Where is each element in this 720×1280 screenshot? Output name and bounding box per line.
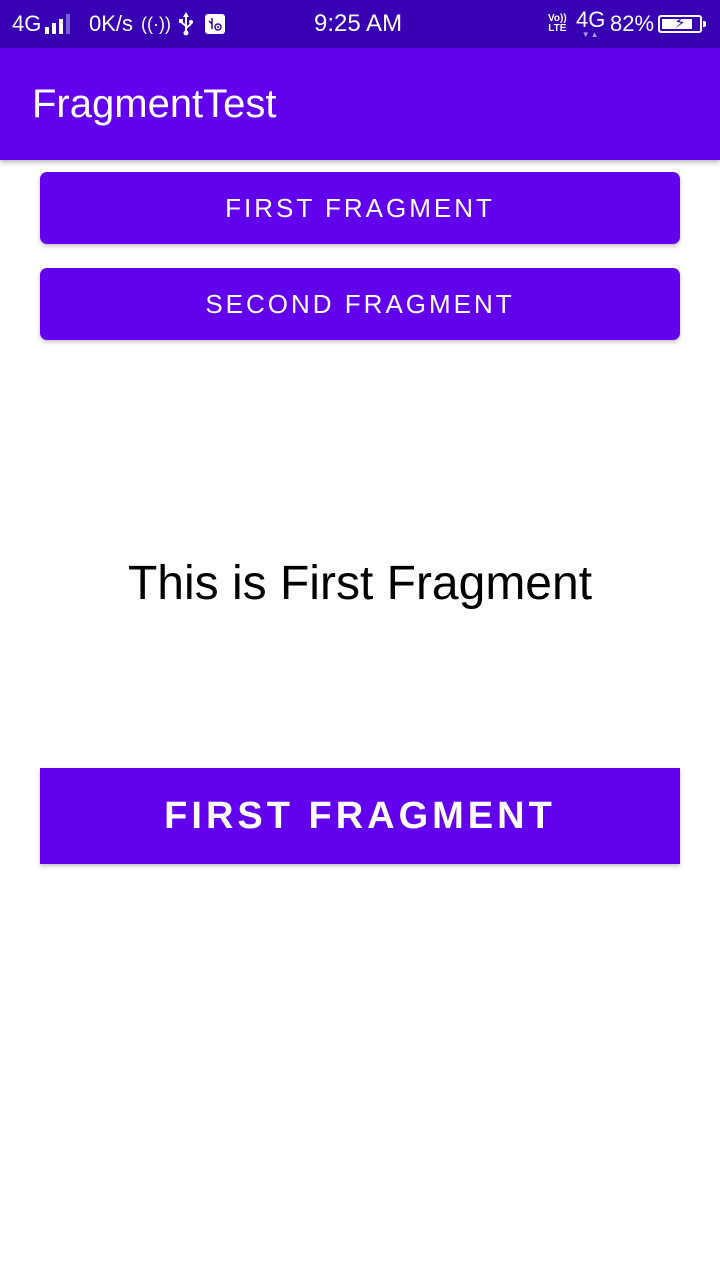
volte-icon: Vo)) LTE [548,0,567,48]
app-bar: FragmentTest [0,48,720,160]
clock-time: 9:25 AM [314,10,403,37]
battery-charging-icon: ⚡ [658,0,706,48]
fragment-text: This is First Fragment [127,557,593,610]
volte-bottom-label: LTE [548,23,567,34]
screen: 4G 0K/s ((·)) 9:25 AM Vo)) LTE 4G ▼▲ 82%… [0,0,720,1280]
fragment-button[interactable]: FIRST FRAGMENT [40,768,680,864]
status-bar: 4G 0K/s ((·)) 9:25 AM Vo)) LTE 4G ▼▲ 82%… [0,0,720,48]
usb-icon [178,0,194,48]
data-activity-icon: 4G ▼▲ [576,0,605,48]
second-fragment-button[interactable]: SECOND FRAGMENT [40,268,680,340]
network-type-label: 4G [12,11,42,36]
first-fragment-button[interactable]: FIRST FRAGMENT [40,172,680,244]
battery-percent: 82% [610,11,655,36]
usb-debugging-icon [205,0,225,48]
network-type-right-label: 4G [576,7,606,32]
hotspot-icon: ((·)) [141,13,171,34]
app-title: FragmentTest [32,81,277,126]
network-speed: 0K/s [89,11,134,36]
signal-icon [45,0,70,48]
data-arrows-icon: ▼▲ [581,30,600,39]
